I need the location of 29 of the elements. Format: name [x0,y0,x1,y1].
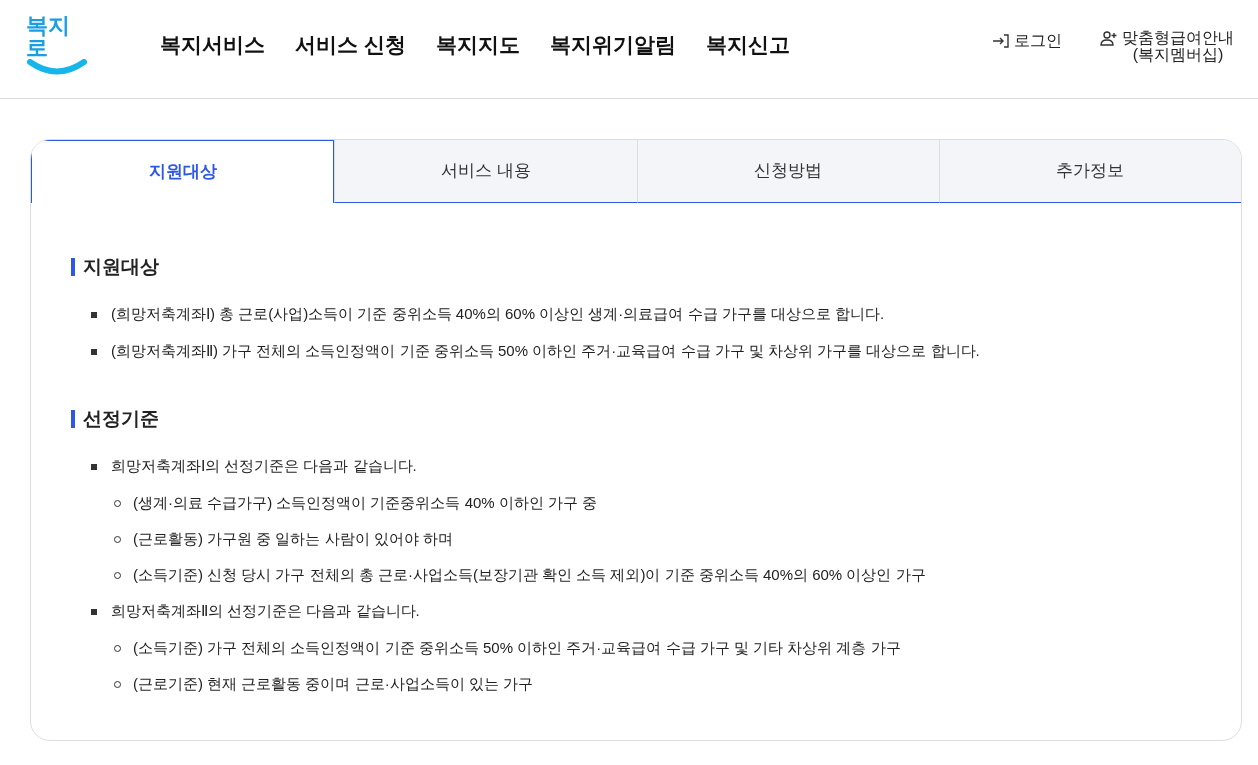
tab[interactable]: 지원대상 [31,140,335,203]
bullet-icon [91,311,97,318]
bullet-icon [91,608,97,615]
tab[interactable]: 추가정보 [938,140,1241,203]
user-add-icon [1100,30,1118,46]
login-link[interactable]: 로그인 [992,29,1062,53]
smile-logo-icon [27,59,87,75]
bullet-icon [91,348,97,355]
nav-link[interactable]: 복지위기알림 [549,29,676,61]
sub-item-text: (근로기준) 현재 근로활동 중이며 근로·사업소득이 있는 가구 [133,673,533,694]
sub-item-text: (소득기준) 신청 당시 가구 전체의 총 근로·사업소득(보장기관 확인 소득 제외)이 기준 중위소득 40%의 60% 이상인 가구 [133,564,926,585]
tab[interactable]: 서비스 내용 [334,140,637,203]
login-icon [992,33,1010,49]
nav-link[interactable]: 서비스 신청 [295,29,406,61]
list-item-text: 희망저축계좌Ⅰ의 선정기준은 다음과 같습니다. [111,456,417,477]
section-title: 지원대상 [71,258,1241,276]
list-item-text: (희망저축계좌Ⅱ) 가구 전체의 소득인정액이 기준 중위소득 50% 이하인 주거·교육급여 수급 가구 및 차상위 가구를 대상으로 합니다. [111,341,980,362]
list-item-text: (희망저축계좌Ⅰ) 총 근로(사업)소득이 기준 중위소득 40%의 60% 이상인 생계·의료급여 수급 가구를 대상으로 합니다. [111,304,885,325]
nav-link[interactable]: 복지신고 [705,29,790,61]
sub-item-text: (생계·의료 수급가구) 소득인정액이 기준중위소득 40% 이하인 가구 중 [133,492,598,513]
nav-link[interactable]: 복지지도 [435,29,520,61]
membership-link[interactable]: 맞춤형급여안내 (복지멤버십) [1100,29,1234,63]
section-title: 선정기준 [71,410,1241,428]
sub-item-text: (소득기준) 가구 전체의 소득인정액이 기준 중위소득 50% 이하인 주거·교육급여 수급 가구 및 기타 차상위 계층 가구 [133,637,901,658]
sub-item-text: (근로활동) 가구원 중 일하는 사람이 있어야 하며 [133,528,453,549]
list-item-text: 희망저축계좌Ⅱ의 선정기준은 다음과 같습니다. [111,601,420,622]
nav-link[interactable]: 복지서비스 [160,29,265,61]
bullet-icon [91,463,97,470]
tab[interactable]: 신청방법 [636,140,939,203]
